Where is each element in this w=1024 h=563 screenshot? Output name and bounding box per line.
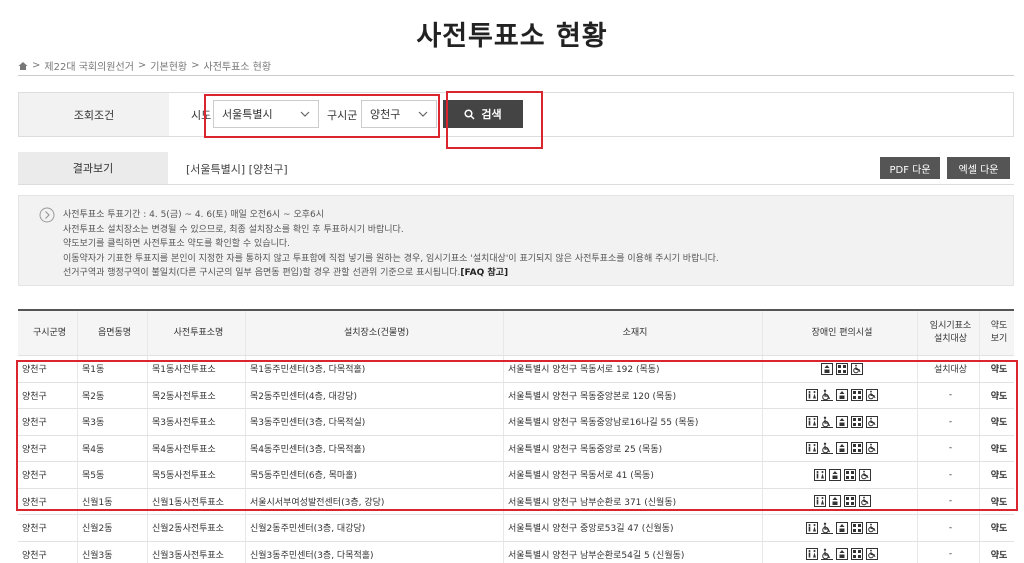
- breadcrumb-item[interactable]: 제22대 국회의원선거: [44, 58, 134, 73]
- column-header: 읍면동명: [78, 311, 148, 355]
- braille-icon: [851, 521, 863, 534]
- restroom-icon: [806, 521, 818, 534]
- elevator-icon: [836, 521, 848, 534]
- gu-cell: 양천구: [18, 541, 78, 563]
- map-link[interactable]: 약도: [980, 542, 1014, 563]
- notice-text: 사전투표소 투표기간 : 4. 5(금) ~ 4. 6(토) 매일 오전6시 ~…: [63, 208, 719, 281]
- column-header: 장애인 편의시설: [763, 311, 918, 355]
- notice-line: 사전투표소 투표기간 : 4. 5(금) ~ 4. 6(토) 매일 오전6시 ~…: [63, 210, 325, 220]
- place-cell: 신월2동주민센터(3층, 대강당): [246, 515, 504, 541]
- restroom-icon: [806, 548, 818, 561]
- temp-booth-cell: -: [918, 515, 980, 541]
- notice-line: 약도보기를 클릭하면 사전투표소 약도를 확인할 수 있습니다.: [63, 239, 291, 249]
- place-cell: 신월3동주민센터(3층, 다목적홀): [246, 541, 504, 563]
- breadcrumb-sep: >: [32, 60, 41, 71]
- map-link[interactable]: 약도: [980, 515, 1014, 541]
- wheelchair-ramp-icon: [821, 522, 833, 534]
- breadcrumb: > 제22대 국회의원선거 > 기본현황 > 사전투표소 현황: [18, 58, 271, 73]
- table-row: 양천구 신월2동 신월2동사전투표소 신월2동주민센터(3층, 대강당) 서울특별시 양…: [18, 515, 1014, 542]
- result-text: [서울특별시] [양천구]: [186, 163, 288, 176]
- table-header: 구시군명 읍면동명 사전투표소명 설치장소(건물명) 소재지 장애인 편의시설 …: [18, 311, 1014, 356]
- breadcrumb-sep: >: [191, 60, 200, 71]
- table-row: 양천구 신월3동 신월3동사전투표소 신월3동주민센터(3층, 다목적홀) 서울특별시 …: [18, 541, 1014, 563]
- column-header: 약도 보기: [990, 321, 1008, 344]
- facility-cell: [763, 515, 918, 541]
- notice-line: 사전투표소 설치장소는 변경될 수 있으므로, 최종 설치장소를 확인 후 투표…: [63, 224, 404, 235]
- divider: [18, 184, 1014, 185]
- result-label: 결과보기: [18, 152, 168, 184]
- breadcrumb-sep: >: [137, 60, 147, 71]
- dong-cell: 신월3동: [78, 541, 148, 563]
- result-bar: 결과보기 [서울특별시] [양천구] PDF 다운 엑셀 다운: [18, 152, 1014, 184]
- column-header: 소재지: [504, 311, 763, 355]
- chevron-right-circle-icon: [39, 207, 55, 223]
- dong-cell: 신월2동: [78, 515, 148, 541]
- filter-label: 조회조건: [19, 93, 169, 136]
- temp-booth-cell: -: [918, 541, 980, 563]
- wheelchair-icon: [866, 548, 878, 561]
- column-header: 사전투표소명: [148, 311, 246, 355]
- notice-box: 사전투표소 투표기간 : 4. 5(금) ~ 4. 6(토) 매일 오전6시 ~…: [18, 195, 1014, 286]
- notice-line: 이동약자가 기표한 투표지를 본인이 지정한 자를 통하지 않고 투표함에 직접…: [63, 253, 719, 264]
- column-header: 임시기표소 설치대상: [918, 311, 980, 355]
- breadcrumb-item[interactable]: 기본현황: [150, 58, 187, 73]
- excel-download-button[interactable]: 엑셀 다운: [947, 157, 1010, 179]
- wheelchair-icon: [866, 521, 878, 534]
- divider: [18, 75, 1014, 76]
- highlight-box: [446, 91, 543, 149]
- station-name-cell: 신월2동사전투표소: [148, 515, 246, 541]
- facility-cell: [763, 541, 918, 563]
- breadcrumb-item: 사전투표소 현황: [203, 62, 272, 73]
- highlight-box: [16, 360, 1018, 511]
- faq-link[interactable]: [FAQ 참고]: [460, 268, 508, 278]
- address-cell: 서울특별시 양천구 중앙로53길 47 (신월동): [504, 515, 763, 541]
- braille-icon: [851, 548, 863, 561]
- highlight-box: [204, 94, 440, 138]
- home-icon[interactable]: [18, 61, 28, 71]
- notice-line: 선거구역과 행정구역이 불일치(다른 구시군의 일부 읍면동 편입)할 경우 관…: [63, 268, 509, 278]
- gu-cell: 양천구: [18, 515, 78, 541]
- column-header: 구시군명: [18, 311, 78, 355]
- address-cell: 서울특별시 양천구 남부순환로54길 5 (신월동): [504, 541, 763, 563]
- page-title: 사전투표소 현황: [416, 21, 608, 52]
- wheelchair-ramp-icon: [821, 548, 833, 561]
- pdf-download-button[interactable]: PDF 다운: [880, 157, 940, 179]
- elevator-icon: [836, 548, 848, 561]
- station-name-cell: 신월3동사전투표소: [148, 541, 246, 563]
- column-header: 설치장소(건물명): [246, 311, 504, 355]
